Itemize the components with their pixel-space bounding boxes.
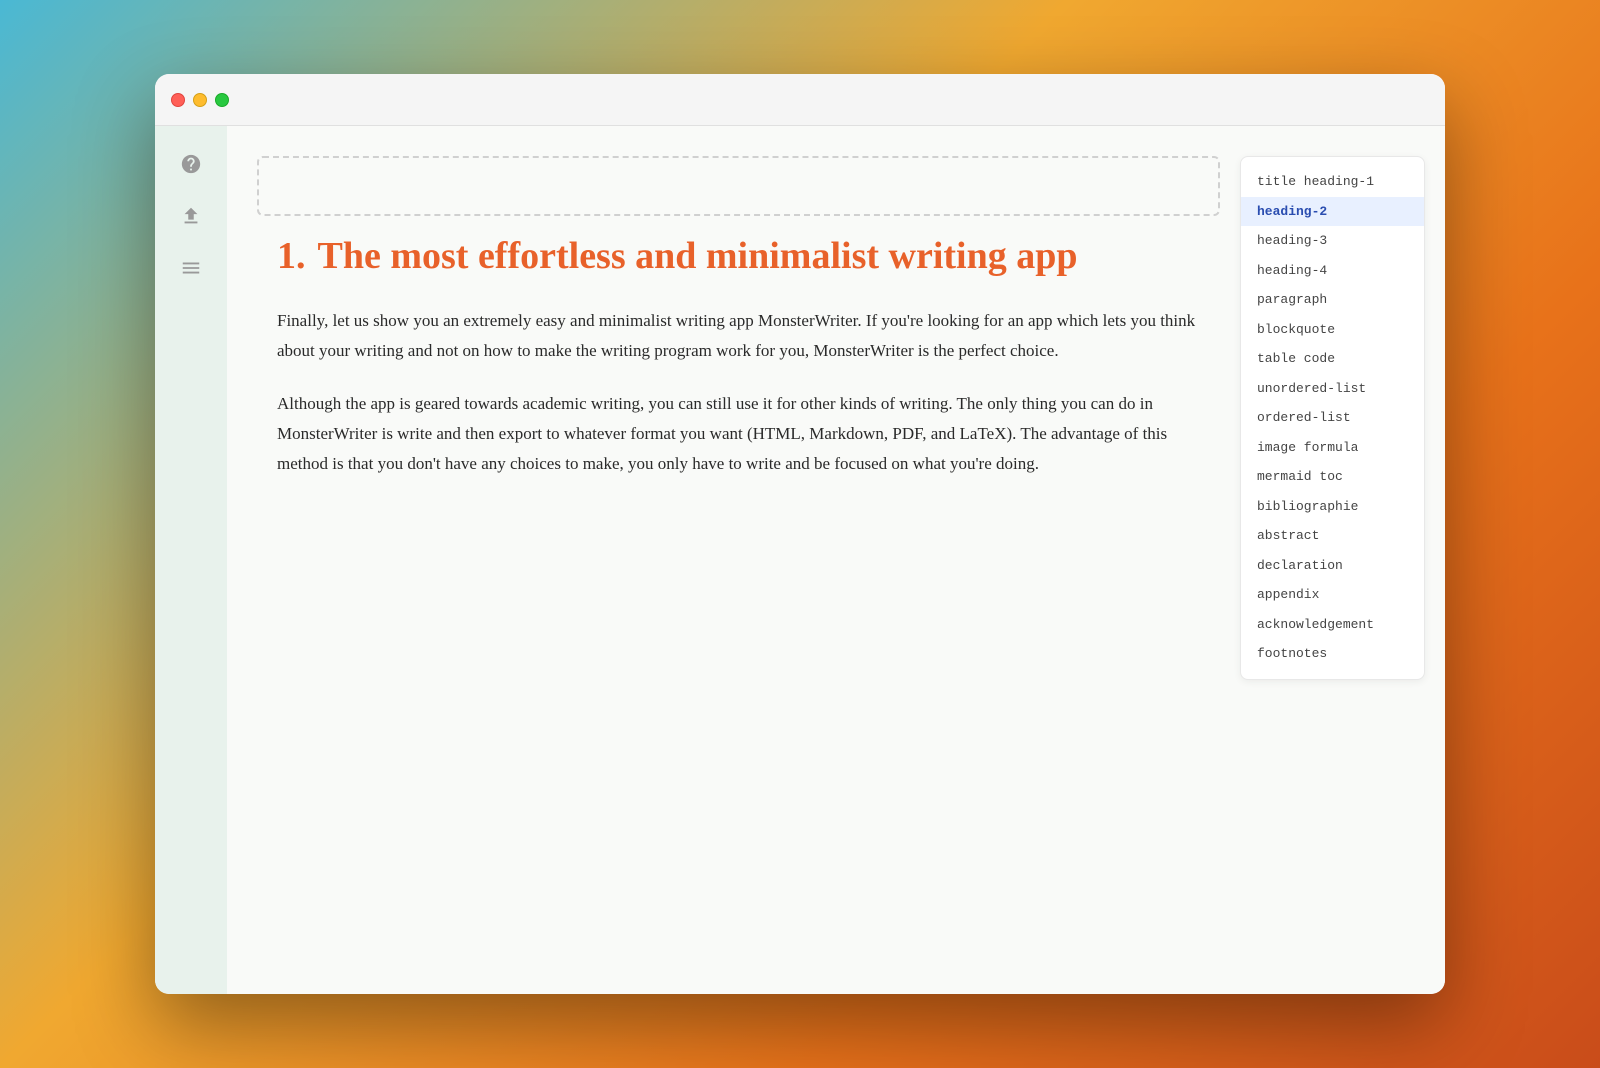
- main-content: 1. The most effortless and minimalist wr…: [227, 126, 1445, 994]
- element-item-unordered-list[interactable]: unordered-list: [1241, 374, 1424, 404]
- element-item-image-formula[interactable]: image formula: [1241, 433, 1424, 463]
- element-item-heading-3[interactable]: heading-3: [1241, 226, 1424, 256]
- maximize-button[interactable]: [215, 93, 229, 107]
- element-item-table-code[interactable]: table code: [1241, 344, 1424, 374]
- element-item-heading-4[interactable]: heading-4: [1241, 256, 1424, 286]
- help-icon[interactable]: [177, 150, 205, 178]
- paragraph-1[interactable]: Finally, let us show you an extremely ea…: [277, 306, 1200, 366]
- element-item-blockquote[interactable]: blockquote: [1241, 315, 1424, 345]
- titlebar: [155, 74, 1445, 126]
- element-item-declaration[interactable]: declaration: [1241, 551, 1424, 581]
- element-item-ordered-list[interactable]: ordered-list: [1241, 403, 1424, 433]
- element-item-mermaid-toc[interactable]: mermaid toc: [1241, 462, 1424, 492]
- traffic-lights: [171, 93, 229, 107]
- window-body: 1. The most effortless and minimalist wr…: [155, 126, 1445, 994]
- ghost-block: [257, 156, 1220, 216]
- paragraph-2[interactable]: Although the app is geared towards acade…: [277, 389, 1200, 478]
- close-button[interactable]: [171, 93, 185, 107]
- sidebar: [155, 126, 227, 994]
- editor-area: 1. The most effortless and minimalist wr…: [227, 126, 1445, 994]
- element-item-bibliographie[interactable]: bibliographie: [1241, 492, 1424, 522]
- element-item-title-heading1[interactable]: title heading-1: [1241, 167, 1424, 197]
- list-icon[interactable]: [177, 254, 205, 282]
- upload-icon[interactable]: [177, 202, 205, 230]
- document-container: 1. The most effortless and minimalist wr…: [257, 156, 1220, 964]
- element-item-footnotes[interactable]: footnotes: [1241, 639, 1424, 669]
- element-item-acknowledgement[interactable]: acknowledgement: [1241, 610, 1424, 640]
- elements-panel: title heading-1heading-2heading-3heading…: [1240, 156, 1425, 680]
- element-item-abstract[interactable]: abstract: [1241, 521, 1424, 551]
- chapter-number: 1.: [277, 236, 306, 278]
- doc-content[interactable]: 1. The most effortless and minimalist wr…: [257, 236, 1220, 964]
- minimize-button[interactable]: [193, 93, 207, 107]
- chapter-title: The most effortless and minimalist writi…: [318, 236, 1078, 278]
- element-item-heading-2[interactable]: heading-2: [1241, 197, 1424, 227]
- app-window: 1. The most effortless and minimalist wr…: [155, 74, 1445, 994]
- element-item-appendix[interactable]: appendix: [1241, 580, 1424, 610]
- element-item-paragraph[interactable]: paragraph: [1241, 285, 1424, 315]
- chapter-heading: 1. The most effortless and minimalist wr…: [277, 236, 1200, 278]
